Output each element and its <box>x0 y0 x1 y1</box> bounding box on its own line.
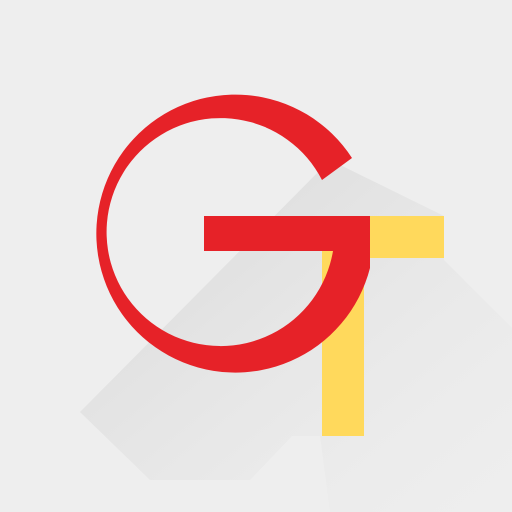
gt-logo <box>0 0 512 512</box>
app-icon-canvas <box>0 0 512 512</box>
